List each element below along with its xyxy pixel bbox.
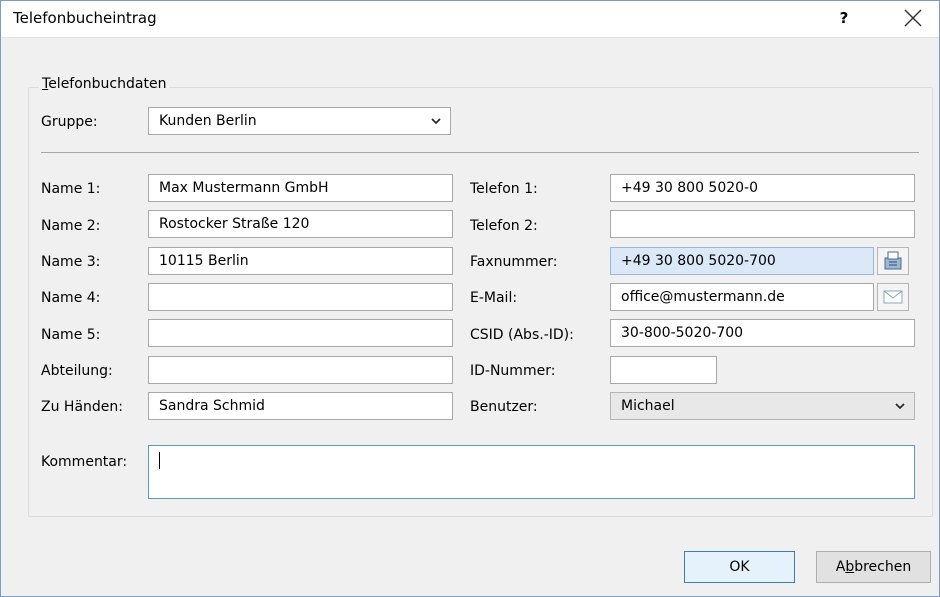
chevron-down-icon (430, 108, 442, 144)
name1-label: Name 1: (41, 181, 101, 197)
name2-label: Name 2: (41, 218, 101, 234)
fax-button[interactable] (877, 247, 909, 275)
fax-field[interactable]: +49 30 800 5020-700 (610, 247, 874, 275)
csid-label: CSID (Abs.-ID): (470, 327, 574, 343)
name2-field[interactable]: Rostocker Straße 120 (148, 210, 453, 238)
name3-label: Name 3: (41, 254, 101, 270)
department-label: Abteilung: (41, 363, 113, 379)
id-number-label: ID-Nummer: (470, 363, 556, 379)
name4-field[interactable] (148, 283, 453, 311)
phone1-label: Telefon 1: (470, 181, 538, 197)
fax-label: Faxnummer: (470, 254, 558, 270)
csid-field[interactable]: 30-800-5020-700 (610, 319, 915, 347)
phonebook-entry-dialog: Telefonbucheintrag ? Telefonbuchdaten Gr… (0, 0, 940, 597)
phone2-field[interactable] (610, 210, 915, 238)
fax-icon (884, 251, 902, 270)
group-legend: Telefonbuchdaten (39, 76, 170, 92)
ok-button[interactable]: OK (684, 551, 795, 583)
title-bar: Telefonbucheintrag ? (1, 1, 939, 38)
window-title: Telefonbucheintrag (13, 9, 157, 27)
close-button[interactable] (897, 5, 927, 31)
name5-label: Name 5: (41, 327, 101, 343)
id-number-field[interactable] (610, 356, 717, 384)
attention-field[interactable]: Sandra Schmid (148, 392, 453, 420)
text-caret (159, 452, 160, 469)
help-button[interactable]: ? (833, 7, 855, 29)
close-icon (904, 9, 922, 27)
name5-field[interactable] (148, 319, 453, 347)
email-field[interactable]: office@mustermann.de (610, 283, 874, 311)
group-select[interactable]: Kunden Berlin (148, 107, 451, 135)
mail-icon (883, 290, 903, 304)
cancel-button[interactable]: Abbrechen (816, 551, 931, 583)
divider (41, 152, 919, 153)
name1-field[interactable]: Max Mustermann GmbH (148, 174, 453, 202)
comment-label: Kommentar: (41, 454, 128, 470)
name3-field[interactable]: 10115 Berlin (148, 247, 453, 275)
chevron-down-icon (894, 393, 906, 429)
user-label: Benutzer: (470, 399, 538, 415)
group-label: Gruppe: (41, 114, 98, 130)
name4-label: Name 4: (41, 290, 101, 306)
department-field[interactable] (148, 356, 453, 384)
group-select-value: Kunden Berlin (159, 113, 257, 129)
user-select[interactable]: Michael (610, 392, 915, 420)
attention-label: Zu Händen: (41, 399, 123, 415)
email-label: E-Mail: (470, 290, 518, 306)
phone2-label: Telefon 2: (470, 218, 538, 234)
comment-field[interactable] (148, 445, 915, 499)
phone1-field[interactable]: +49 30 800 5020-0 (610, 174, 915, 202)
mail-button[interactable] (877, 283, 909, 311)
user-select-value: Michael (621, 398, 675, 414)
